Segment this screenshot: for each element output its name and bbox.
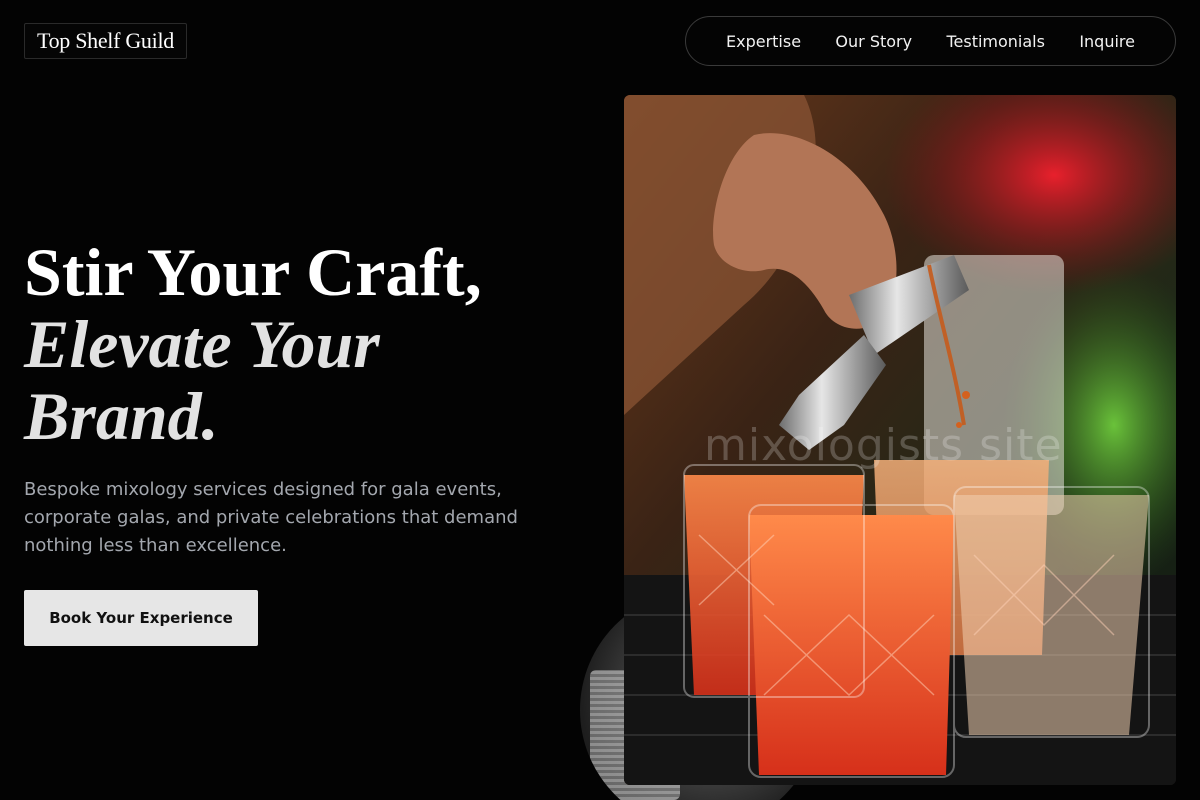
headline-line-3: Brand. xyxy=(24,378,219,454)
hero-headline: Stir Your Craft, Elevate Your Brand. xyxy=(24,236,604,452)
hero-subtitle: Bespoke mixology services designed for g… xyxy=(24,479,518,556)
headline-line-2: Elevate Your xyxy=(24,306,380,382)
nav-link-expertise[interactable]: Expertise xyxy=(726,32,801,51)
brand-logo[interactable]: Top Shelf Guild xyxy=(24,23,187,59)
nav-link-inquire[interactable]: Inquire xyxy=(1079,32,1135,51)
hero-cocktail-image: mixologists site xyxy=(624,95,1176,785)
main-nav: Expertise Our Story Testimonials Inquire xyxy=(685,16,1176,66)
headline-line-1: Stir Your Craft, xyxy=(24,234,482,310)
book-experience-button[interactable]: Book Your Experience xyxy=(24,590,258,646)
nav-link-our-story[interactable]: Our Story xyxy=(835,32,912,51)
nav-link-testimonials[interactable]: Testimonials xyxy=(946,32,1045,51)
watermark-text: mixologists site xyxy=(704,420,1063,471)
